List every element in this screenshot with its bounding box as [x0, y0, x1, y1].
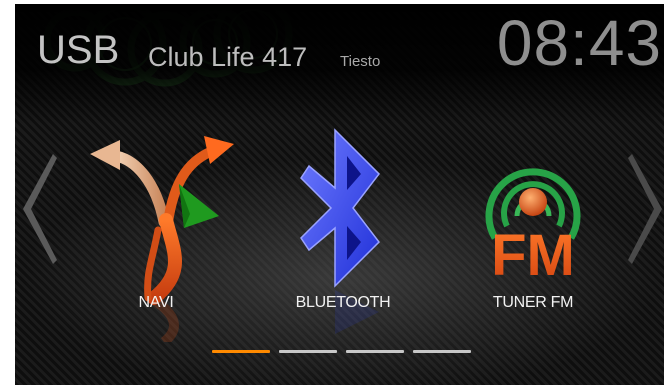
tile-bluetooth-label: BLUETOOTH	[295, 294, 391, 311]
track-title: Club Life 417	[148, 42, 308, 72]
chevron-left-icon[interactable]	[21, 154, 57, 264]
tile-tuner-fm-label: TUNER FM	[492, 294, 574, 311]
page-dot-3[interactable]	[346, 350, 404, 353]
page-dot-2[interactable]	[279, 350, 337, 353]
tile-bluetooth[interactable]: BLUETOOTH	[263, 122, 423, 342]
tile-navi-label: NAVI	[138, 294, 174, 311]
chevron-right-icon[interactable]	[628, 154, 664, 264]
source-label[interactable]: USB	[37, 28, 119, 73]
tile-navi[interactable]: NAVI	[76, 122, 236, 342]
fm-icon-text: FM	[491, 223, 575, 288]
tile-tuner-fm[interactable]: FM TUNER FM	[453, 122, 613, 342]
infotainment-screen: USB Club Life 417 Tiesto 08:43 NAVI BLUE…	[15, 4, 664, 385]
clock: 08:43	[496, 7, 662, 79]
artist-name: Tiesto	[340, 53, 381, 70]
page-dot-1[interactable]	[212, 350, 270, 353]
page-dot-4[interactable]	[413, 350, 471, 353]
